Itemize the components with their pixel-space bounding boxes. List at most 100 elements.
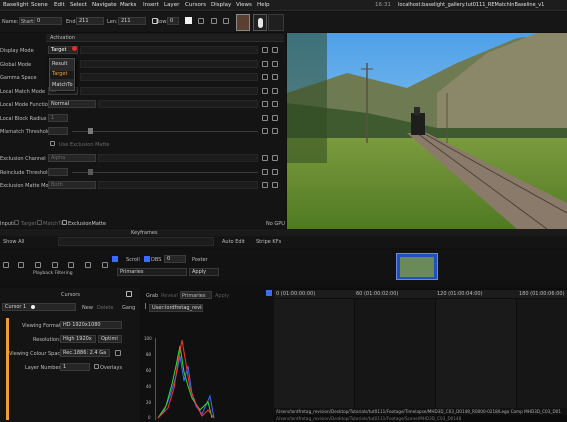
input-exclusion[interactable]: ExclusionMatte bbox=[68, 221, 106, 227]
local-block-radius-field[interactable]: 1 bbox=[48, 114, 68, 122]
keyframe-icon-4[interactable] bbox=[272, 88, 278, 94]
reset-icon-4[interactable] bbox=[262, 88, 268, 94]
new-cursor-button[interactable]: New bbox=[82, 305, 93, 311]
menu-cursors[interactable]: Cursors bbox=[185, 2, 206, 8]
menu-layer[interactable]: Layer bbox=[164, 2, 179, 8]
scope-tab-grab[interactable]: Grab bbox=[146, 293, 158, 299]
scroll-icon[interactable] bbox=[112, 256, 118, 262]
scope-preset-select[interactable]: User:lordfretag_revisio bbox=[149, 304, 203, 312]
exclusion-channel-select[interactable]: Alpha bbox=[48, 154, 96, 162]
settings-gear-icon[interactable] bbox=[126, 291, 132, 297]
white-swatch-icon[interactable] bbox=[185, 17, 192, 24]
clip-path-1[interactable]: /Users/lordfretag_revision/Desktop/Tutor… bbox=[276, 409, 561, 414]
input-matchto-checkbox[interactable] bbox=[37, 220, 42, 225]
scope-tab-primaries[interactable]: Primaries bbox=[182, 293, 205, 299]
local-mode-function-select[interactable]: Normal bbox=[48, 100, 96, 108]
dropdown-option-matchto[interactable]: MatchTo bbox=[52, 82, 73, 88]
input-target-checkbox[interactable] bbox=[14, 220, 19, 225]
input-target[interactable]: Target bbox=[21, 221, 36, 227]
resolution-select[interactable]: High 1920x bbox=[60, 335, 96, 343]
keyframes-track[interactable] bbox=[58, 237, 214, 246]
reinclude-slider-handle[interactable] bbox=[88, 169, 93, 175]
scope-tab-reveal[interactable]: Reveal bbox=[161, 293, 178, 299]
reset-icon-8[interactable] bbox=[262, 155, 268, 161]
playhead-icon[interactable] bbox=[266, 290, 272, 296]
input-exclusion-checkbox[interactable] bbox=[62, 220, 67, 225]
show-all-select[interactable]: Show All bbox=[3, 239, 24, 245]
viewer-image[interactable] bbox=[287, 33, 567, 229]
menu-edit[interactable]: Edit bbox=[54, 2, 65, 8]
reset-icon-3[interactable] bbox=[262, 74, 268, 80]
thumbnail-face-1[interactable] bbox=[236, 14, 250, 31]
dropdown-option-result[interactable]: Result bbox=[52, 61, 67, 67]
delete-cursor-button[interactable]: Delete bbox=[97, 305, 113, 311]
start-field[interactable]: 0 bbox=[34, 17, 62, 25]
end-field[interactable]: 211 bbox=[76, 17, 104, 25]
stripe-kfs-button[interactable]: Stripe KFs bbox=[256, 239, 281, 245]
timeline-region-3[interactable] bbox=[436, 299, 516, 408]
dbs-field[interactable]: 0 bbox=[164, 255, 186, 263]
reset-icon-7[interactable] bbox=[262, 128, 268, 134]
gang-button[interactable]: Gang bbox=[122, 305, 135, 311]
clip-path-2[interactable]: /Users/lordfretag_revision/Desktop/Tutor… bbox=[276, 416, 461, 421]
reset-icon-1[interactable] bbox=[262, 47, 268, 53]
keyframe-icon-2[interactable] bbox=[272, 61, 278, 67]
side-controls[interactable] bbox=[268, 14, 284, 31]
play-reverse-icon[interactable] bbox=[52, 262, 58, 268]
keyframe-icon-5[interactable] bbox=[272, 101, 278, 107]
scroll-label[interactable]: Scroll bbox=[126, 257, 140, 263]
step-forward-icon[interactable] bbox=[85, 262, 91, 268]
reset-icon-10[interactable] bbox=[262, 182, 268, 188]
mismatch-threshold-slider[interactable] bbox=[72, 131, 258, 132]
grid-icon[interactable] bbox=[223, 18, 229, 24]
cursor-select[interactable]: Cursor 1 bbox=[2, 303, 76, 311]
mismatch-threshold-field[interactable] bbox=[48, 127, 68, 135]
mismatch-slider-handle[interactable] bbox=[88, 128, 93, 134]
menu-navigate[interactable]: Navigate bbox=[92, 2, 117, 8]
dbs-icon[interactable] bbox=[144, 256, 150, 262]
colour-space-select[interactable]: Rec.1886: 2.4 Ga bbox=[60, 349, 110, 357]
reset-icon-9[interactable] bbox=[262, 169, 268, 175]
menu-insert[interactable]: Insert bbox=[143, 2, 159, 8]
activation-tab[interactable]: Activation bbox=[50, 35, 75, 41]
menu-select[interactable]: Select bbox=[70, 2, 87, 8]
menu-scene[interactable]: Scene bbox=[31, 2, 48, 8]
optimise-select[interactable]: Optimi bbox=[98, 335, 122, 343]
tools-icon[interactable] bbox=[102, 262, 108, 268]
reset-icon-5[interactable] bbox=[262, 101, 268, 107]
menu-marks[interactable]: Marks bbox=[120, 2, 136, 8]
keyframe-icon-9[interactable] bbox=[272, 169, 278, 175]
apply-button[interactable]: Apply bbox=[189, 268, 219, 276]
viewing-format-select[interactable]: HD 1920x1080 bbox=[60, 321, 122, 329]
primaries-select[interactable]: Primaries bbox=[117, 268, 187, 276]
rewind-start-icon[interactable] bbox=[18, 262, 24, 268]
row-field[interactable]: 0 bbox=[167, 17, 179, 25]
thumbnail-face-2[interactable] bbox=[253, 14, 267, 31]
menu-help[interactable]: Help bbox=[257, 2, 270, 8]
reset-icon-2[interactable] bbox=[262, 61, 268, 67]
keyframe-icon-7[interactable] bbox=[272, 128, 278, 134]
reinclude-threshold-field[interactable] bbox=[48, 168, 68, 176]
menu-baselight[interactable]: Baselight bbox=[3, 2, 29, 8]
keyframe-icon-1[interactable] bbox=[272, 47, 278, 53]
reset-icon-6[interactable] bbox=[262, 115, 268, 121]
keyframe-icon-6[interactable] bbox=[272, 115, 278, 121]
keyframe-icon-3[interactable] bbox=[272, 74, 278, 80]
trash-alt-icon[interactable] bbox=[211, 18, 217, 24]
loop-icon[interactable] bbox=[3, 262, 9, 268]
dropdown-option-target[interactable]: Target bbox=[50, 71, 74, 79]
overlays-checkbox[interactable] bbox=[94, 364, 99, 369]
menu-views[interactable]: Views bbox=[236, 2, 252, 8]
poster-label[interactable]: Poster bbox=[192, 257, 208, 263]
auto-edit-button[interactable]: Auto Edit bbox=[222, 239, 245, 245]
reinclude-threshold-slider[interactable] bbox=[72, 172, 258, 173]
len-field[interactable]: 211 bbox=[118, 17, 146, 25]
keyframe-icon-8[interactable] bbox=[272, 155, 278, 161]
exclusion-matte-mode-select[interactable]: Both bbox=[48, 181, 96, 189]
input-matchto[interactable]: MatchTo bbox=[43, 221, 64, 227]
layer-number-field[interactable]: 1 bbox=[60, 363, 90, 371]
timeline-region-4[interactable] bbox=[517, 299, 567, 408]
use-exclusion-checkbox[interactable] bbox=[50, 141, 55, 146]
scope-tab-apply[interactable]: Apply bbox=[215, 293, 229, 299]
play-icon[interactable] bbox=[68, 262, 74, 268]
